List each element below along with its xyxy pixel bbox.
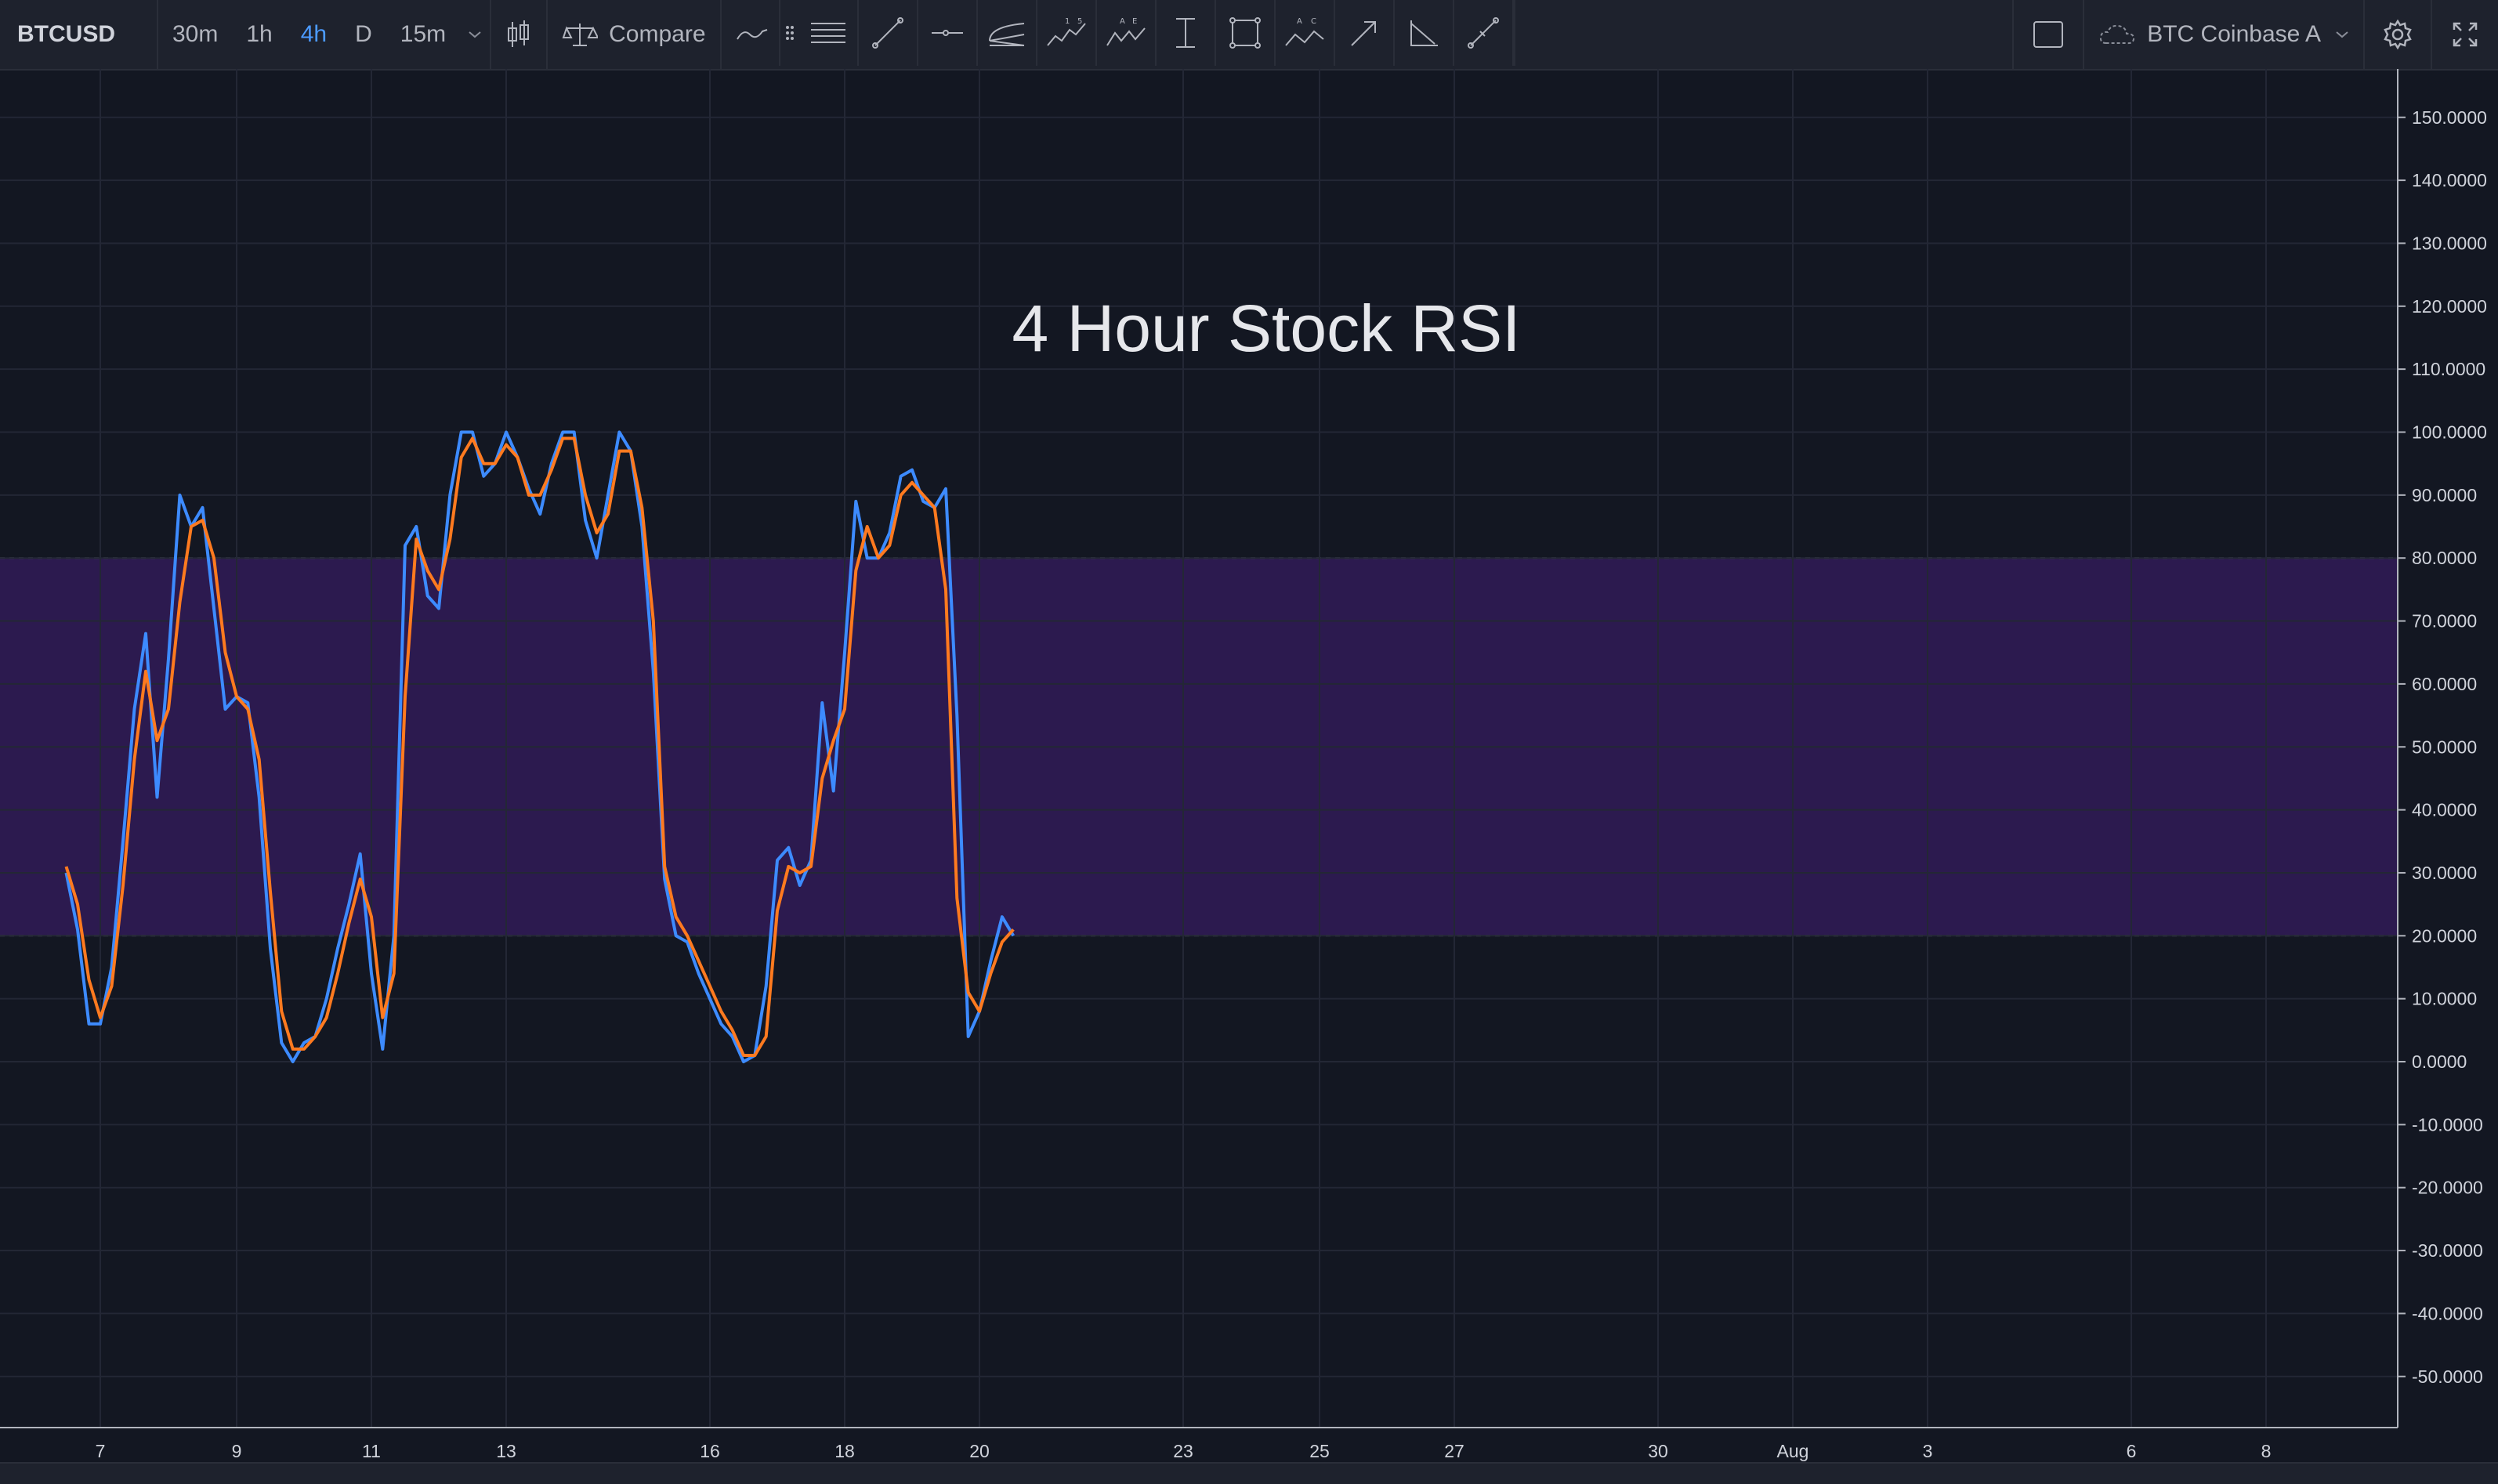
drag-handle-icon[interactable] bbox=[780, 0, 799, 66]
bottom-bar bbox=[0, 1462, 2498, 1484]
y-tick-label: -20.0000 bbox=[2412, 1178, 2483, 1198]
indicators-wave-icon bbox=[736, 29, 767, 40]
symbol-button[interactable]: BTCUSD bbox=[0, 0, 157, 69]
y-tick-label: -10.0000 bbox=[2412, 1114, 2483, 1135]
svg-text:1: 1 bbox=[1065, 17, 1070, 26]
x-tick-label: 9 bbox=[232, 1441, 242, 1461]
fullscreen-square-icon[interactable] bbox=[2014, 0, 2083, 69]
cloud-icon bbox=[2100, 24, 2135, 45]
x-tick-label: 8 bbox=[2261, 1441, 2272, 1461]
arrow-icon[interactable] bbox=[1335, 0, 1395, 66]
y-tick-label: 0.0000 bbox=[2412, 1051, 2467, 1072]
ruler-icon[interactable] bbox=[1454, 0, 1514, 66]
exchange-label: BTC Coinbase A bbox=[2147, 21, 2321, 47]
y-tick-label: 130.0000 bbox=[2412, 233, 2487, 253]
x-tick-label: Aug bbox=[1777, 1441, 1809, 1461]
interval-4h[interactable]: 4h bbox=[287, 0, 341, 69]
compare-scales-icon bbox=[562, 24, 599, 46]
svg-text:E: E bbox=[1132, 17, 1137, 26]
x-tick-label: 16 bbox=[700, 1441, 720, 1461]
y-tick-label: 80.0000 bbox=[2412, 548, 2477, 568]
y-tick-label: 40.0000 bbox=[2412, 800, 2477, 820]
chart-title: 4 Hour Stock RSI bbox=[1012, 291, 1521, 365]
interval-15m[interactable]: 15m bbox=[386, 0, 460, 69]
angle-icon[interactable] bbox=[1395, 0, 1454, 66]
exchange-selector[interactable]: BTC Coinbase A bbox=[2084, 0, 2363, 69]
x-tick-label: 18 bbox=[834, 1441, 855, 1461]
interval-30m[interactable]: 30m bbox=[158, 0, 232, 69]
y-tick-label: 120.0000 bbox=[2412, 296, 2487, 317]
y-tick-label: 60.0000 bbox=[2412, 674, 2477, 694]
interval-1h[interactable]: 1h bbox=[232, 0, 286, 69]
y-tick-label: 100.0000 bbox=[2412, 422, 2487, 443]
svg-text:A: A bbox=[1120, 17, 1125, 26]
interval-dropdown-chevron-icon[interactable] bbox=[460, 0, 490, 69]
rectangle-icon[interactable] bbox=[1216, 0, 1276, 66]
xabcd-pattern-icon[interactable]: A E bbox=[1097, 0, 1157, 66]
y-tick-label: -40.0000 bbox=[2412, 1303, 2483, 1323]
rsi-chart[interactable]: 4 Hour Stock RSI 150.0000140.0000130.000… bbox=[0, 69, 2498, 1462]
chevron-down-icon bbox=[2336, 31, 2348, 38]
price-range-icon[interactable] bbox=[1157, 0, 1216, 66]
y-tick-label: -30.0000 bbox=[2412, 1240, 2483, 1261]
y-tick-label: 20.0000 bbox=[2412, 925, 2477, 946]
interval-d[interactable]: D bbox=[341, 0, 386, 69]
elliott-wave-icon[interactable]: 1 5 bbox=[1037, 0, 1097, 66]
x-tick-label: 30 bbox=[1648, 1441, 1668, 1461]
y-tick-label: 110.0000 bbox=[2412, 359, 2485, 379]
y-tick-label: 50.0000 bbox=[2412, 737, 2477, 757]
x-tick-label: 7 bbox=[96, 1441, 106, 1461]
compare-label: Compare bbox=[609, 21, 706, 47]
svg-text:A: A bbox=[1297, 17, 1302, 26]
x-tick-label: 3 bbox=[1923, 1441, 1933, 1461]
trend-line-icon[interactable] bbox=[859, 0, 918, 66]
y-tick-label: 70.0000 bbox=[2412, 611, 2477, 632]
pitchfork-icon[interactable] bbox=[978, 0, 1037, 66]
x-tick-label: 20 bbox=[969, 1441, 990, 1461]
settings-gear-icon[interactable] bbox=[2365, 0, 2431, 69]
x-tick-label: 27 bbox=[1444, 1441, 1464, 1461]
expand-fullscreen-icon[interactable] bbox=[2432, 0, 2498, 69]
compare-button[interactable]: Compare bbox=[548, 0, 719, 69]
candlestick-chart-type-icon[interactable] bbox=[491, 0, 546, 69]
x-tick-label: 25 bbox=[1309, 1441, 1330, 1461]
x-tick-label: 11 bbox=[362, 1441, 381, 1461]
y-tick-label: 30.0000 bbox=[2412, 863, 2477, 883]
x-tick-label: 23 bbox=[1173, 1441, 1193, 1461]
horizontal-lines-icon[interactable] bbox=[799, 0, 859, 66]
svg-text:5: 5 bbox=[1077, 17, 1082, 26]
svg-text:C: C bbox=[1311, 17, 1316, 26]
y-tick-label: 10.0000 bbox=[2412, 989, 2477, 1009]
y-tick-label: -50.0000 bbox=[2412, 1366, 2483, 1387]
drawing-tools-bar: 1 5 A E A C bbox=[779, 0, 1515, 66]
toolbar-right: BTC Coinbase A bbox=[2012, 0, 2498, 69]
horizontal-ray-icon[interactable] bbox=[918, 0, 978, 66]
abcd-pattern-icon[interactable]: A C bbox=[1276, 0, 1335, 66]
y-tick-label: 90.0000 bbox=[2412, 485, 2477, 505]
y-tick-label: 140.0000 bbox=[2412, 170, 2487, 190]
x-tick-label: 6 bbox=[2127, 1441, 2137, 1461]
x-tick-label: 13 bbox=[496, 1441, 516, 1461]
y-tick-label: 150.0000 bbox=[2412, 107, 2487, 128]
